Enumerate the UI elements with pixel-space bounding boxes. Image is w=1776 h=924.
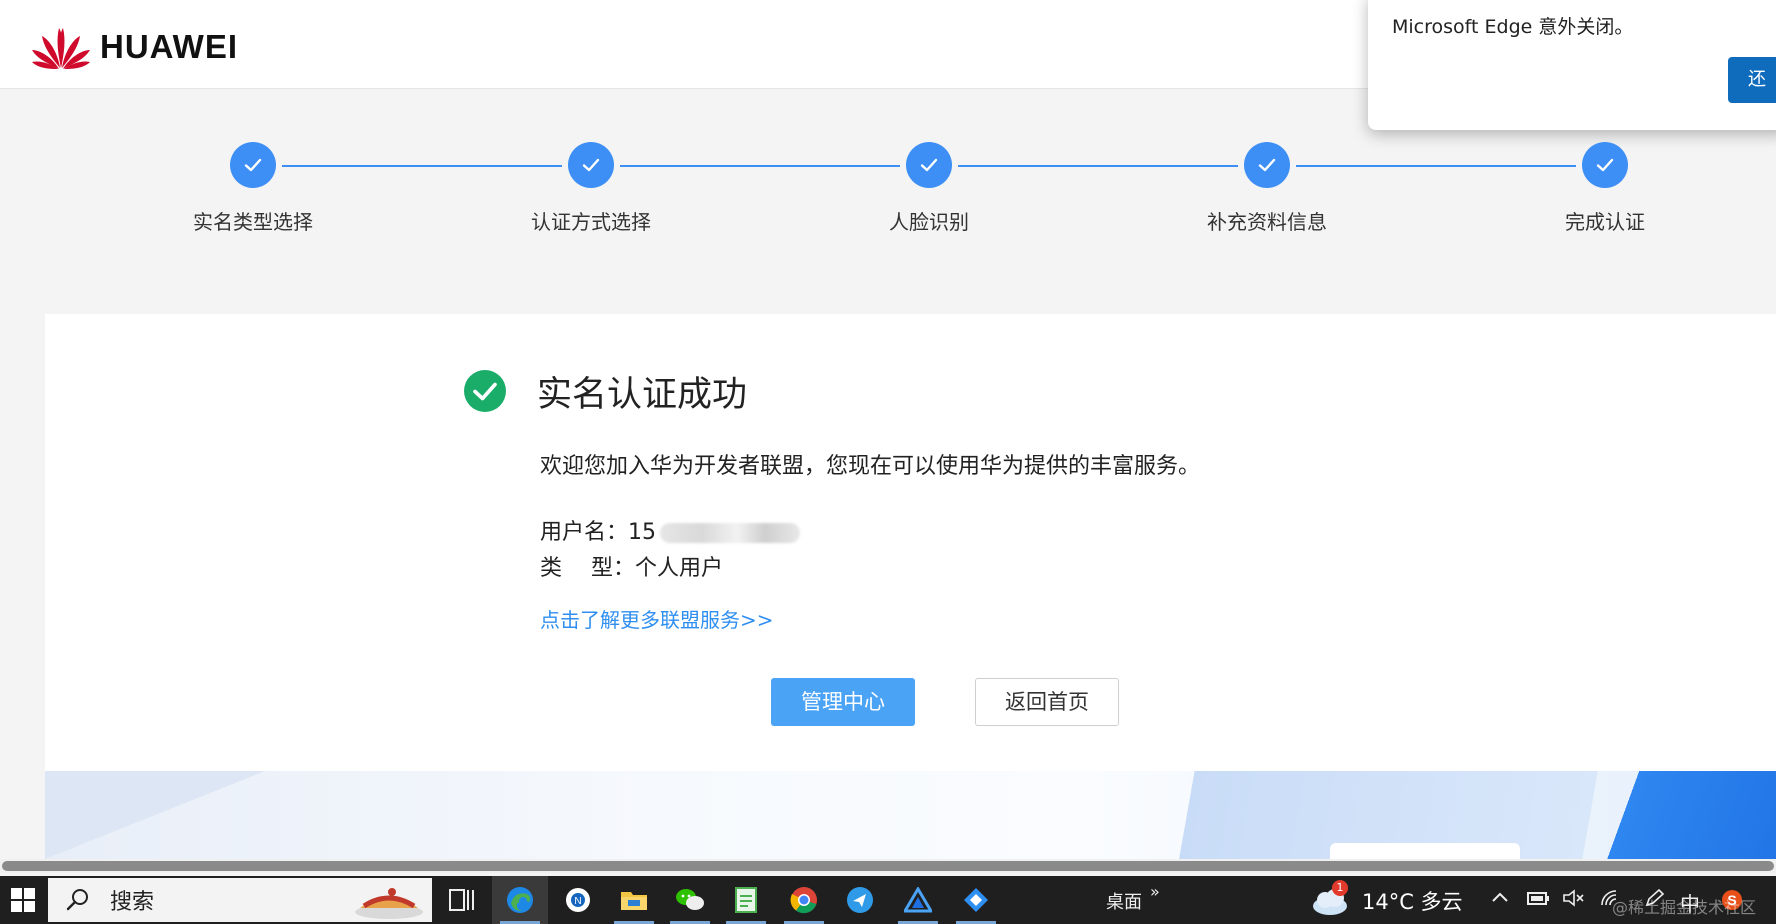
svg-text:N: N xyxy=(574,896,581,907)
result-card: 实名认证成功 欢迎您加入华为开发者联盟，您现在可以使用华为提供的丰富服务。 用户… xyxy=(45,314,1776,784)
search-icon xyxy=(66,889,88,911)
edge-popup-message: Microsoft Edge 意外关闭。 xyxy=(1392,16,1634,38)
check-icon xyxy=(906,142,952,188)
app-icon: N xyxy=(566,888,590,912)
check-icon xyxy=(568,142,614,188)
battery-icon[interactable] xyxy=(1526,888,1550,913)
check-icon xyxy=(230,142,276,188)
vscode-icon xyxy=(964,888,988,912)
step-5: 完成认证 xyxy=(1505,140,1705,235)
banner-tab xyxy=(1330,843,1520,859)
step-label: 人脸识别 xyxy=(889,210,969,234)
taskbar-vscode[interactable] xyxy=(948,876,1004,924)
username-value: 15 xyxy=(628,520,657,545)
huawei-logo[interactable]: HUAWEI xyxy=(30,24,238,70)
notepad-icon xyxy=(735,887,757,913)
check-icon xyxy=(1582,142,1628,188)
type-value: 个人用户 xyxy=(635,556,724,581)
username-blurred xyxy=(660,523,801,543)
desktop-toolbar-label[interactable]: 桌面 xyxy=(1106,888,1142,914)
edge-crash-popup: Microsoft Edge 意外关闭。 还 xyxy=(1368,0,1776,130)
step-1: 实名类型选择 xyxy=(153,140,353,235)
edge-icon xyxy=(507,887,533,913)
scrollbar-thumb[interactable] xyxy=(2,861,1774,871)
taskbar-notepad[interactable] xyxy=(718,876,774,924)
success-title: 实名认证成功 xyxy=(537,375,748,415)
taskbar-chrome[interactable] xyxy=(776,876,832,924)
success-check-icon xyxy=(464,370,506,412)
volume-muted-icon[interactable] xyxy=(1562,888,1586,913)
weather-badge: 1 xyxy=(1332,880,1348,896)
taskbar-file-explorer[interactable] xyxy=(606,876,662,924)
task-view-icon xyxy=(449,889,474,911)
learn-more-link[interactable]: 点击了解更多联盟服务>> xyxy=(540,604,774,633)
watermark-text: @稀土掘金技术社区 xyxy=(1612,898,1757,917)
step-label: 完成认证 xyxy=(1565,210,1645,234)
deveco-icon xyxy=(904,887,932,913)
welcome-message: 欢迎您加入华为开发者联盟，您现在可以使用华为提供的丰富服务。 xyxy=(540,454,1201,479)
username-row: 用户名：15 xyxy=(540,514,801,546)
type-label: 类 型： xyxy=(540,556,635,581)
step-label: 补充资料信息 xyxy=(1207,210,1327,234)
check-icon xyxy=(1244,142,1290,188)
step-4: 补充资料信息 xyxy=(1167,140,1367,235)
chrome-icon xyxy=(790,887,817,914)
taskbar-deveco[interactable] xyxy=(890,876,946,924)
username-label: 用户名： xyxy=(540,520,629,545)
taskbar-wechat[interactable] xyxy=(662,876,718,924)
taskbar-app[interactable]: N xyxy=(550,876,606,924)
windows-logo-icon xyxy=(11,888,35,912)
start-button[interactable] xyxy=(0,876,46,924)
taskbar-feishu[interactable] xyxy=(832,876,888,924)
file-explorer-icon xyxy=(621,892,647,910)
toolbar-expand-icon[interactable]: » xyxy=(1150,882,1160,901)
horizontal-scrollbar[interactable] xyxy=(0,859,1776,873)
step-label: 实名类型选择 xyxy=(193,210,313,234)
task-view-button[interactable] xyxy=(434,876,490,924)
step-label: 认证方式选择 xyxy=(531,210,651,234)
progress-steps: 实名类型选择 认证方式选择 人脸识别 补充资料信息 完成认证 xyxy=(0,140,1776,240)
wechat-icon xyxy=(676,889,704,910)
taskbar-edge[interactable] xyxy=(492,876,548,924)
banner-shape xyxy=(1575,771,1776,859)
huawei-flower-icon xyxy=(32,28,90,69)
back-home-button[interactable]: 返回首页 xyxy=(975,678,1119,726)
taskbar-search-box[interactable]: 搜索 xyxy=(48,878,432,922)
banner-shape xyxy=(45,771,265,859)
decorative-banner xyxy=(45,771,1776,859)
feishu-icon xyxy=(847,887,873,913)
search-placeholder: 搜索 xyxy=(110,890,155,915)
weather-text[interactable]: 14°C 多云 xyxy=(1362,886,1463,916)
tray-expand-icon[interactable] xyxy=(1490,888,1510,913)
edge-restore-button[interactable]: 还 xyxy=(1728,57,1776,103)
windows-taskbar: 搜索 N 桌面 » 1 14°C 多云 中 S @稀土掘金技术社区 xyxy=(0,876,1776,924)
management-center-button[interactable]: 管理中心 xyxy=(771,678,915,726)
step-2: 认证方式选择 xyxy=(491,140,691,235)
step-3: 人脸识别 xyxy=(829,140,1029,235)
logo-text: HUAWEI xyxy=(100,28,238,65)
pie-illustration-icon xyxy=(355,888,423,919)
account-type-row: 类 型：个人用户 xyxy=(540,550,723,582)
